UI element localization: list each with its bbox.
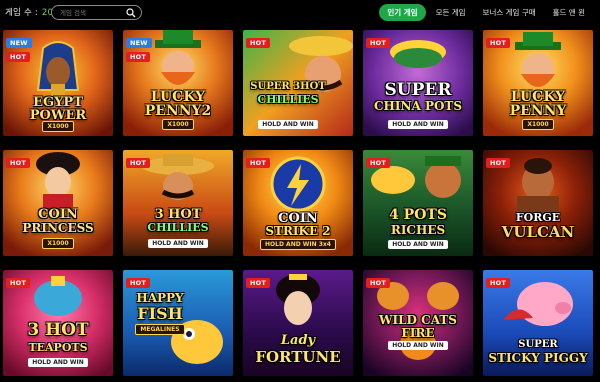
hot-badge: HOT <box>6 278 30 288</box>
game-subtitle: HOLD AND WIN <box>363 341 473 350</box>
game-title-line1: FORGE <box>515 211 561 224</box>
game-title-line1: SUPER 3HOT <box>250 81 326 92</box>
tab-all-games[interactable]: 모든 게임 <box>429 4 473 21</box>
game-title-line2: FISH <box>137 304 183 323</box>
game-title-line2: RICHES <box>390 223 446 237</box>
hot-badge: HOT <box>6 52 30 62</box>
top-bar: 게임 수 : 20 인기 게임 모든 게임 보너스 게임 구매 홀드 앤 윈 <box>0 0 600 26</box>
hot-badge: HOT <box>486 278 510 288</box>
hot-badge: HOT <box>366 278 390 288</box>
game-count: 게임 수 : 20 <box>5 6 53 18</box>
hot-badge: HOT <box>6 158 30 168</box>
tab-bonus-buy[interactable]: 보너스 게임 구매 <box>476 4 543 21</box>
game-card-3-hot-chillies[interactable]: HOT 3 HOT CHILLIES HOLD AND WIN <box>123 150 233 256</box>
game-title-line1: HAPPY <box>136 291 184 305</box>
game-title-line2: FORTUNE <box>255 348 341 366</box>
game-subtitle-text: HOLD AND WIN <box>258 120 318 129</box>
game-card-happy-fish[interactable]: HOT HAPPY FISH MEGALINES <box>123 270 233 376</box>
game-subtitle-text: X1000 <box>42 121 74 132</box>
game-subtitle-text: HOLD AND WIN <box>148 239 208 248</box>
game-title-line2: VULCAN <box>501 223 575 241</box>
game-subtitle: X1000 <box>3 238 113 249</box>
game-subtitle: X1000 <box>3 121 113 132</box>
game-card-forge-vulcan[interactable]: HOT FORGE VULCAN <box>483 150 593 256</box>
game-subtitle: X1000 <box>483 119 593 130</box>
hot-badge: HOT <box>126 52 150 62</box>
game-card-coin-strike-2[interactable]: HOT COIN STRIKE 2 HOLD AND WIN 3x4 <box>243 150 353 256</box>
game-card-lucky-penny[interactable]: HOT LUCKY PENNY X1000 <box>483 30 593 136</box>
game-title-line1: SUPER <box>384 80 452 100</box>
game-subtitle-text: HOLD AND WIN 3x4 <box>260 239 336 250</box>
hot-badge: HOT <box>246 158 270 168</box>
game-title-line1: LUCKY <box>150 89 206 105</box>
game-subtitle-text: HOLD AND WIN <box>388 240 448 249</box>
hot-badge: HOT <box>126 158 150 168</box>
game-card-lucky-penny-2[interactable]: NEW HOT LUCKY PENNY2 X1000 <box>123 30 233 136</box>
game-subtitle: HOLD AND WIN 3x4 <box>243 239 353 250</box>
game-subtitle: HOLD AND WIN <box>243 120 343 129</box>
game-card-3-hot-teapots[interactable]: HOT 3 HOT TEAPOTS HOLD AND WIN <box>3 270 113 376</box>
game-card-super-sticky-piggy[interactable]: HOT SUPER STICKY PIGGY <box>483 270 593 376</box>
game-title-line2: PENNY2 <box>144 103 212 119</box>
game-subtitle: X1000 <box>123 119 233 130</box>
search-input[interactable] <box>60 7 126 19</box>
hot-badge: HOT <box>366 38 390 48</box>
game-title-line2: CHINA POTS <box>373 99 463 113</box>
game-subtitle-text: X1000 <box>42 238 74 249</box>
hot-badge: HOT <box>126 278 150 288</box>
search-box[interactable] <box>51 5 142 20</box>
game-title-line2: CHILLIES <box>257 93 319 106</box>
game-subtitle: HOLD AND WIN <box>363 240 473 249</box>
hot-badge: HOT <box>486 38 510 48</box>
tab-popular-games[interactable]: 인기 게임 <box>379 4 426 21</box>
game-subtitle: HOLD AND WIN <box>3 358 113 367</box>
hot-badge: HOT <box>246 278 270 288</box>
game-title-line1: SUPER <box>518 339 558 350</box>
new-badge: NEW <box>126 38 152 48</box>
game-title-line2: PRINCESS <box>22 221 94 235</box>
game-title-line1: 3 HOT <box>27 320 89 340</box>
search-icon[interactable] <box>126 8 136 18</box>
game-subtitle: MEGALINES <box>123 324 215 335</box>
hot-badge: HOT <box>366 158 390 168</box>
game-subtitle: HOLD AND WIN <box>363 120 473 129</box>
game-subtitle-text: X1000 <box>162 119 194 130</box>
game-title-line1: COIN <box>38 207 78 222</box>
game-subtitle-text: HOLD AND WIN <box>388 120 448 129</box>
game-title-line2: STICKY PIGGY <box>488 351 588 365</box>
game-card-lady-fortune[interactable]: HOT Lady FORTUNE <box>243 270 353 376</box>
game-subtitle-text: MEGALINES <box>135 324 185 335</box>
game-card-wild-cats-fire[interactable]: HOT WILD CATS FIRE HOLD AND WIN <box>363 270 473 376</box>
tab-hold-and-win[interactable]: 홀드 앤 윈 <box>546 4 592 21</box>
game-count-label: 게임 수 : <box>5 8 38 18</box>
game-title-line2: PENNY <box>509 103 567 119</box>
game-title-line1: Lady <box>280 333 316 348</box>
game-title-line1: WILD CATS <box>379 313 457 327</box>
game-subtitle-text: HOLD AND WIN <box>388 341 448 350</box>
hot-badge: HOT <box>246 38 270 48</box>
game-title-line1: LUCKY <box>510 89 566 105</box>
game-title-line1: 3 HOT <box>154 207 202 222</box>
game-title-line2: CHILLIES <box>147 221 209 234</box>
new-badge: NEW <box>6 38 32 48</box>
game-title-line2: FIRE <box>401 326 435 340</box>
game-subtitle-text: X1000 <box>522 119 554 130</box>
game-subtitle-text: HOLD AND WIN <box>28 358 88 367</box>
category-tabs: 인기 게임 모든 게임 보너스 게임 구매 홀드 앤 윈 <box>376 4 592 21</box>
game-title-line2: TEAPOTS <box>28 341 88 354</box>
game-title-line2: STRIKE 2 <box>265 224 331 238</box>
game-card-4-pots-riches[interactable]: HOT 4 POTS RICHES HOLD AND WIN <box>363 150 473 256</box>
game-card-egypt-power[interactable]: NEW HOT EGYPT POWER X1000 <box>3 30 113 136</box>
game-card-coin-princess[interactable]: HOT COIN PRINCESS X1000 <box>3 150 113 256</box>
game-subtitle: HOLD AND WIN <box>123 239 233 248</box>
hot-badge: HOT <box>486 158 510 168</box>
game-card-super-3-hot-chillies[interactable]: HOT SUPER 3HOT CHILLIES HOLD AND WIN <box>243 30 353 136</box>
game-title-line1: 4 POTS <box>389 207 447 223</box>
game-card-super-china-pots[interactable]: HOT SUPER CHINA POTS HOLD AND WIN <box>363 30 473 136</box>
